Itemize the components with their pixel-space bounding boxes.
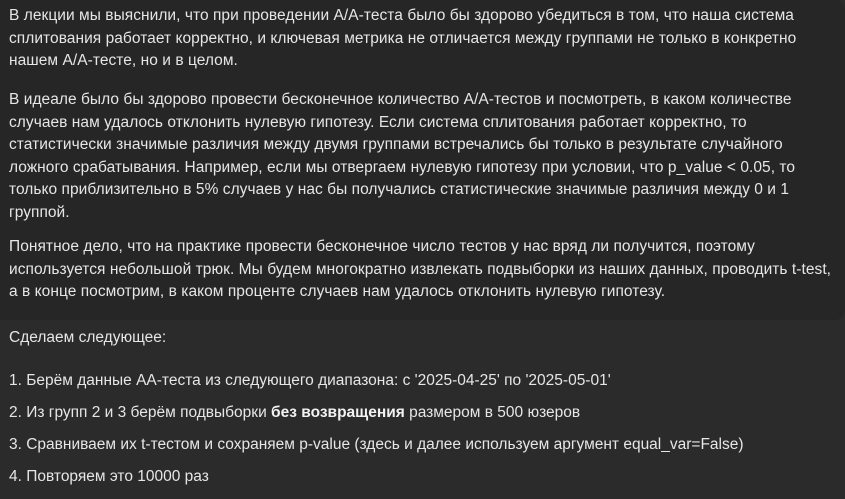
steps-heading: Сделаем следующее: (9, 329, 167, 346)
step-2-text-before: 2. Из групп 2 и 3 берём подвыборки (9, 404, 272, 421)
intro-paragraph-2: В идеале было бы здорово провести бескон… (9, 91, 796, 221)
step-2-bold-text: без возвращения (271, 404, 405, 421)
step-3: 3. Сравниваем их t-тестом и сохраняем p-… (9, 436, 744, 453)
step-2-text-after: размером в 500 юзеров (404, 404, 581, 421)
step-2: 2. Из групп 2 и 3 берём подвыборки без в… (9, 402, 580, 425)
step-1: 1. Берём данные АА-теста из следующего д… (9, 372, 611, 389)
intro-paragraph-1: В лекции мы выяснили, что при проведении… (9, 7, 797, 69)
intro-paragraph-3: Понятное дело, что на практике провести … (9, 238, 832, 300)
intro-text-block: В лекции мы выяснили, что при проведении… (0, 0, 845, 320)
step-4: 4. Повторяем это 10000 раз (9, 468, 209, 485)
